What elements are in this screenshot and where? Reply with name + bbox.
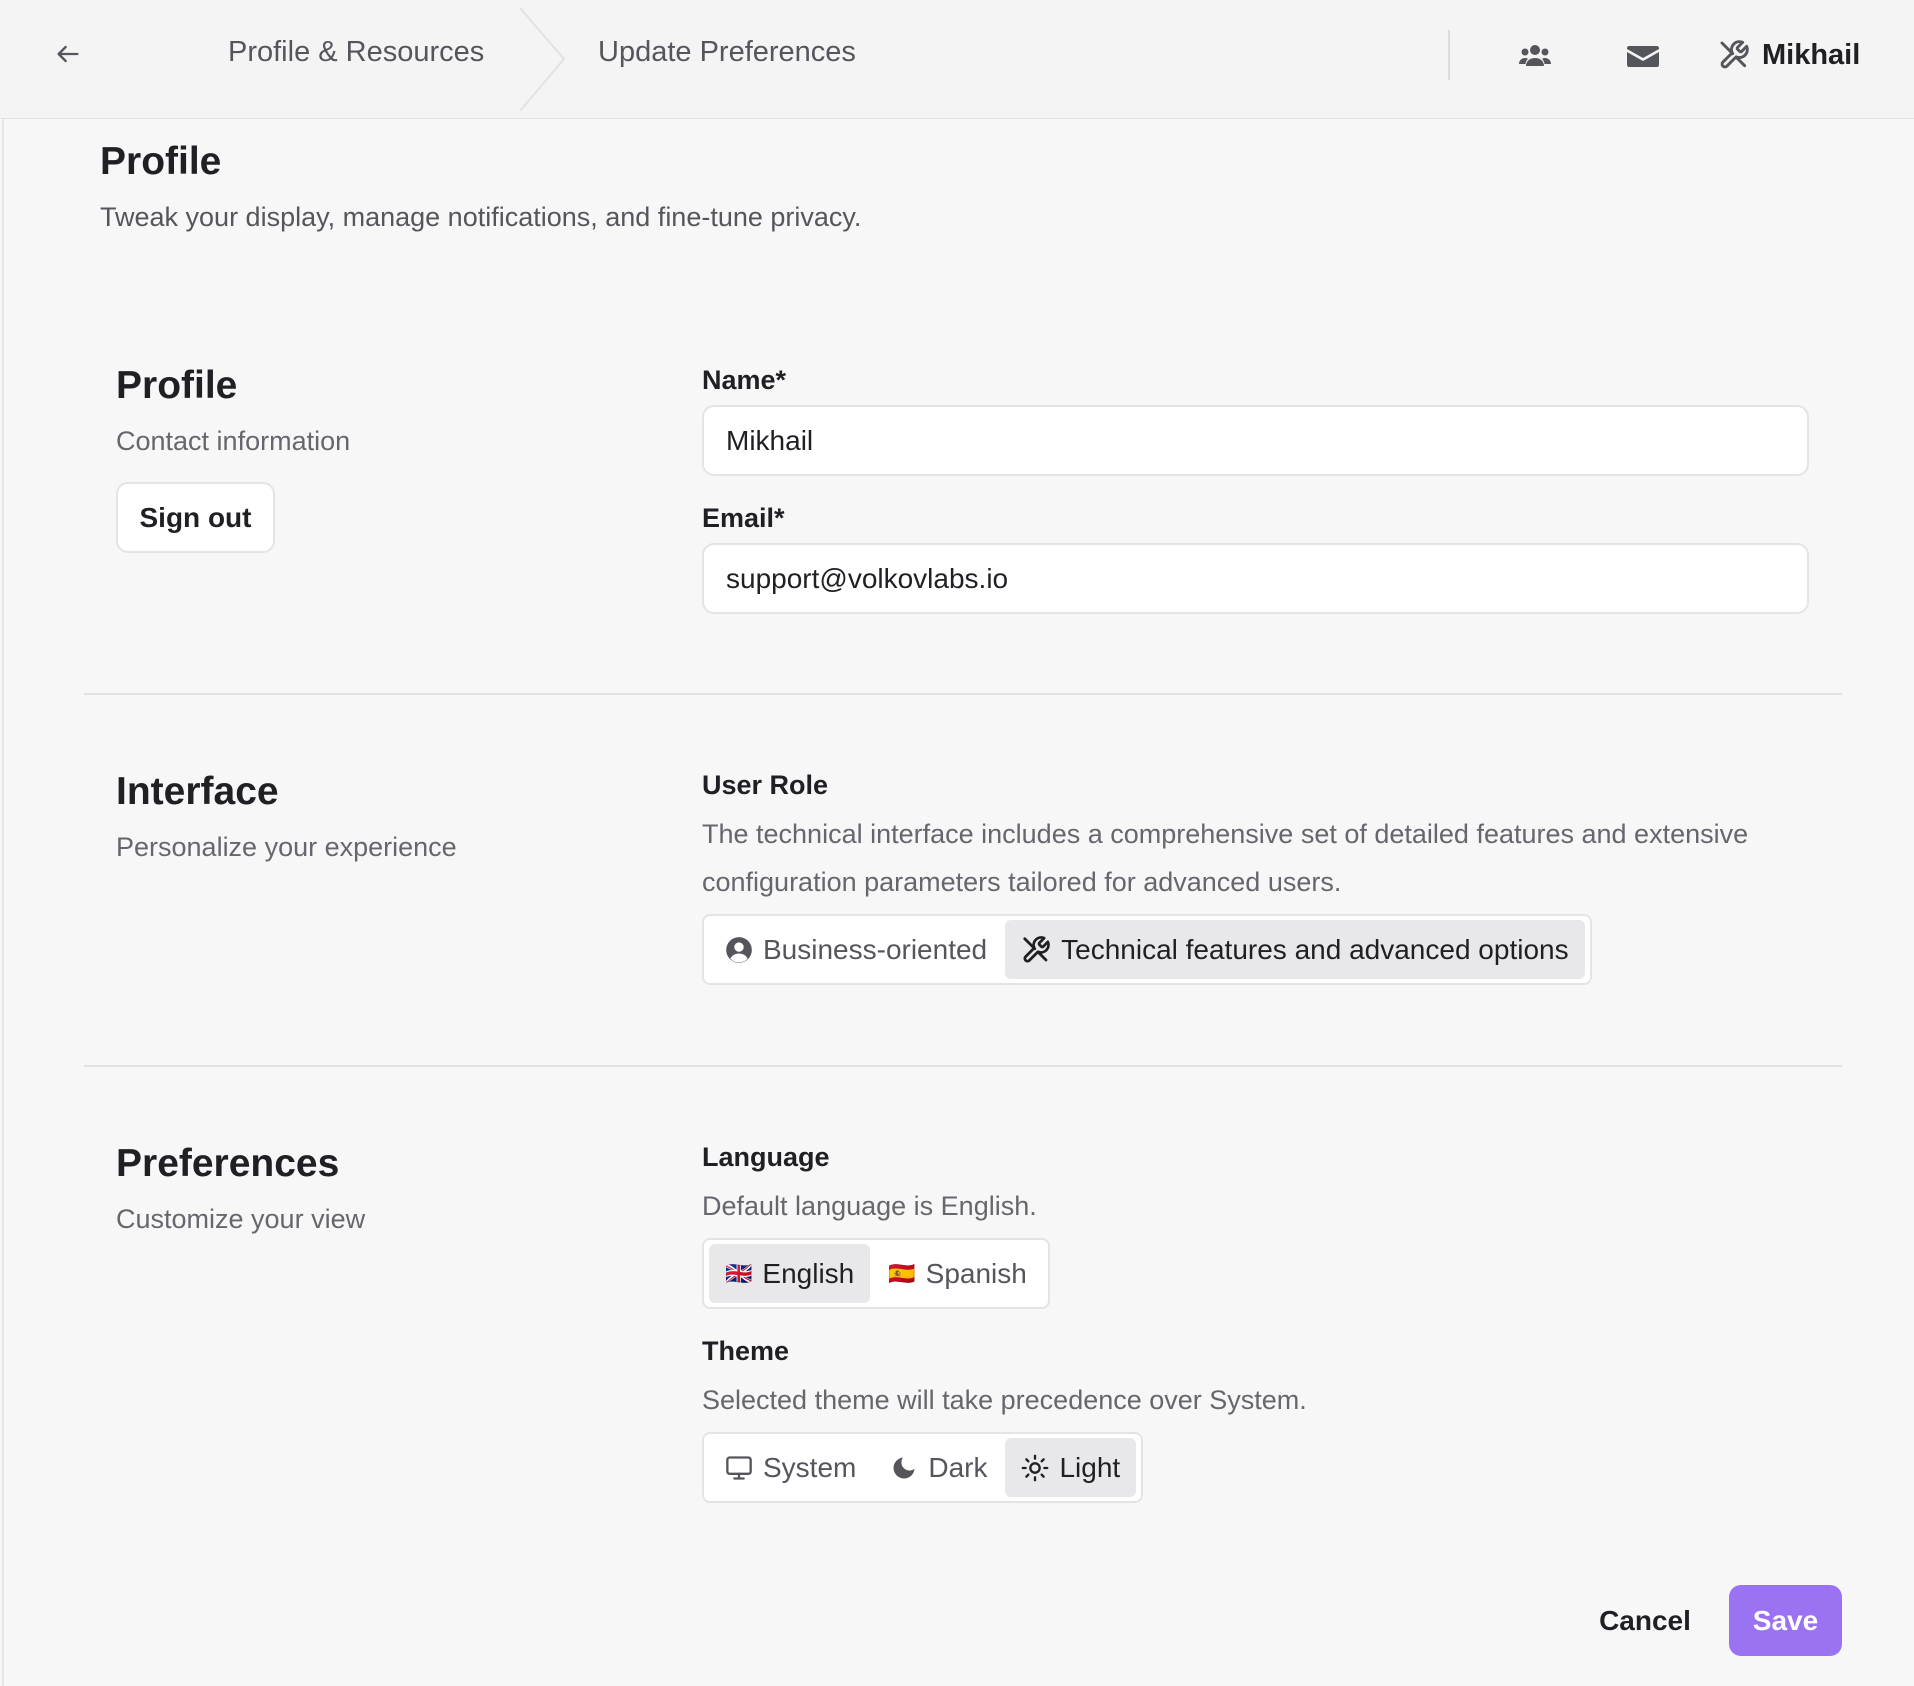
breadcrumb-profile-resources[interactable]: Profile & Resources bbox=[228, 36, 484, 69]
user-role-label: User Role bbox=[702, 770, 829, 800]
user-role-selector: Business-oriented Technical features and… bbox=[702, 914, 1592, 985]
theme-option-label: Light bbox=[1059, 1451, 1121, 1483]
user-menu[interactable]: Mikhail bbox=[1718, 32, 1860, 78]
language-label: Language bbox=[702, 1142, 830, 1172]
team-button[interactable] bbox=[1515, 36, 1555, 76]
back-button[interactable] bbox=[48, 34, 88, 74]
role-option-technical[interactable]: Technical features and advanced options bbox=[1005, 920, 1585, 979]
role-option-label: Business-oriented bbox=[763, 933, 988, 965]
theme-option-label: System bbox=[763, 1451, 857, 1483]
theme-option-label: Dark bbox=[928, 1451, 988, 1483]
theme-label: Theme bbox=[702, 1336, 790, 1366]
uk-flag-icon: 🇬🇧 bbox=[725, 1260, 753, 1286]
page-subtitle: Tweak your display, manage notifications… bbox=[100, 202, 862, 232]
theme-option-system[interactable]: System bbox=[709, 1438, 872, 1497]
mail-button[interactable] bbox=[1623, 36, 1663, 76]
section-divider bbox=[84, 1065, 1842, 1067]
theme-selector: System Dark Light bbox=[702, 1432, 1144, 1503]
theme-option-light[interactable]: Light bbox=[1005, 1438, 1137, 1497]
moon-icon bbox=[893, 1457, 915, 1478]
language-option-label: Spanish bbox=[925, 1257, 1027, 1289]
language-option-english[interactable]: 🇬🇧 English bbox=[709, 1244, 871, 1303]
user-role-help: The technical interface includes a compr… bbox=[702, 819, 1749, 897]
role-option-business[interactable]: Business-oriented bbox=[709, 920, 1003, 979]
user-name: Mikhail bbox=[1762, 38, 1861, 71]
envelope-icon bbox=[1627, 46, 1659, 67]
email-field[interactable] bbox=[702, 543, 1809, 614]
sidebar-edge bbox=[2, 119, 4, 1686]
monitor-icon bbox=[726, 1455, 752, 1480]
role-option-label: Technical features and advanced options bbox=[1061, 933, 1569, 965]
language-help: Default language is English. bbox=[702, 1191, 1037, 1221]
breadcrumb-update-preferences[interactable]: Update Preferences bbox=[598, 36, 856, 69]
email-label: Email* bbox=[702, 503, 785, 533]
sign-out-button[interactable]: Sign out bbox=[116, 482, 275, 553]
save-button[interactable]: Save bbox=[1729, 1585, 1842, 1656]
tools-icon bbox=[1720, 40, 1749, 69]
preferences-section-subtitle: Customize your view bbox=[116, 1204, 366, 1234]
users-icon bbox=[1519, 45, 1551, 66]
top-navigation-bar: Profile & Resources Update Preferences M… bbox=[0, 0, 1914, 119]
preferences-section-title: Preferences bbox=[116, 1142, 340, 1185]
tools-icon bbox=[1023, 935, 1050, 963]
language-option-label: English bbox=[762, 1257, 855, 1289]
name-field[interactable] bbox=[702, 405, 1809, 476]
user-circle-icon bbox=[726, 936, 752, 963]
arrow-left-icon bbox=[57, 45, 79, 63]
cancel-button[interactable]: Cancel bbox=[1580, 1585, 1710, 1656]
theme-option-dark[interactable]: Dark bbox=[874, 1438, 1003, 1497]
profile-section-title: Profile bbox=[116, 364, 238, 407]
section-divider bbox=[84, 693, 1842, 695]
interface-section-subtitle: Personalize your experience bbox=[116, 832, 457, 862]
language-selector: 🇬🇧 English 🇪🇸 Spanish bbox=[702, 1238, 1050, 1309]
name-label: Name* bbox=[702, 365, 787, 395]
spain-flag-icon: 🇪🇸 bbox=[888, 1260, 916, 1286]
theme-help: Selected theme will take precedence over… bbox=[702, 1385, 1307, 1415]
header-divider bbox=[1448, 30, 1450, 80]
profile-section-subtitle: Contact information bbox=[116, 426, 351, 456]
sun-icon bbox=[1022, 1454, 1049, 1481]
language-option-spanish[interactable]: 🇪🇸 Spanish bbox=[872, 1244, 1043, 1303]
breadcrumb-separator bbox=[519, 8, 566, 111]
page-title: Profile bbox=[100, 140, 222, 183]
interface-section-title: Interface bbox=[116, 770, 279, 813]
